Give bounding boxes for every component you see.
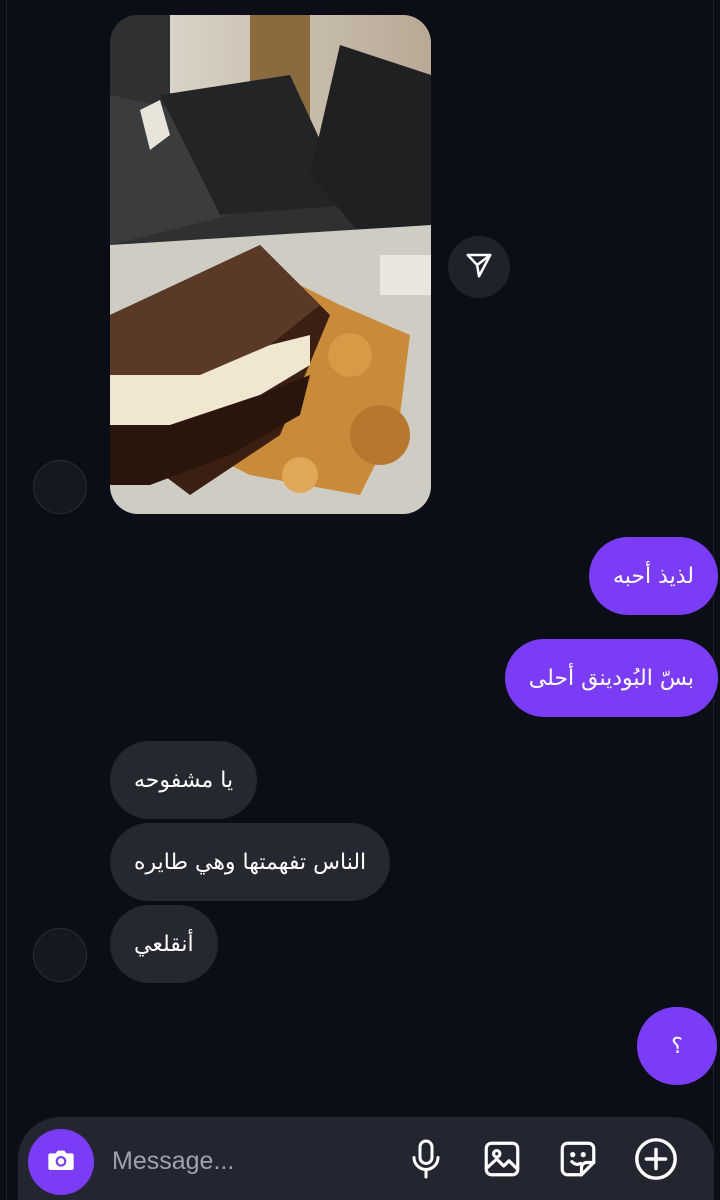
- camera-button[interactable]: [28, 1129, 94, 1195]
- outgoing-message[interactable]: لذيذ أحبه: [588, 537, 718, 615]
- message-input[interactable]: [110, 1137, 394, 1185]
- send-icon: [464, 250, 494, 284]
- incoming-message[interactable]: الناس تفهمتها وهي طايره: [110, 823, 391, 901]
- sticker-button[interactable]: [552, 1135, 604, 1187]
- add-button[interactable]: [630, 1135, 682, 1187]
- camera-icon: [45, 1144, 77, 1180]
- shared-photo[interactable]: [110, 15, 431, 514]
- message-text: الناس تفهمتها وهي طايره: [134, 849, 367, 875]
- gallery-icon: [481, 1138, 523, 1184]
- incoming-message[interactable]: أنقلعي: [110, 905, 218, 983]
- outgoing-message[interactable]: بسّ البُودينق أحلى: [504, 639, 718, 717]
- voice-button[interactable]: [400, 1135, 452, 1187]
- incoming-message[interactable]: يا مشفوحه: [110, 741, 258, 819]
- plus-icon: [633, 1136, 679, 1186]
- message-text: ؟: [671, 1033, 683, 1059]
- message-composer: [18, 1117, 714, 1200]
- message-text: بسّ البُودينق أحلى: [528, 665, 694, 691]
- share-button[interactable]: [448, 236, 510, 298]
- message-text: لذيذ أحبه: [612, 563, 694, 589]
- contact-avatar[interactable]: [33, 928, 87, 982]
- message-text: أنقلعي: [134, 931, 194, 957]
- contact-avatar[interactable]: [33, 460, 87, 514]
- sticker-icon: [557, 1138, 599, 1184]
- microphone-icon: [408, 1137, 444, 1185]
- message-text: يا مشفوحه: [134, 767, 234, 793]
- gallery-button[interactable]: [476, 1135, 528, 1187]
- outgoing-message[interactable]: ؟: [637, 1007, 717, 1085]
